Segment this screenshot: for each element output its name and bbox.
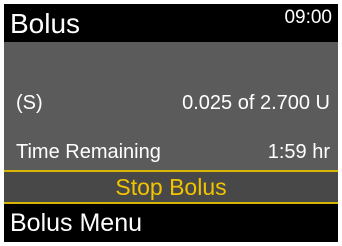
title-bar: Bolus 09:00: [4, 4, 338, 42]
time-remaining-label: Time Remaining: [16, 141, 161, 163]
pump-screen: Bolus 09:00 (S) 0.025 of 2.700 U Time Re…: [4, 4, 338, 242]
clock-time: 09:00: [284, 7, 332, 28]
time-remaining-value: 1:59 hr: [267, 141, 330, 163]
bolus-progress-value: 0.025 of 2.700 U: [182, 92, 330, 114]
screen-title: Bolus: [10, 8, 81, 39]
stop-bolus-button[interactable]: Stop Bolus: [4, 170, 338, 204]
bolus-status-label: (S): [16, 92, 43, 114]
bolus-menu-label: Bolus Menu: [10, 209, 143, 237]
bolus-menu-button[interactable]: Bolus Menu: [4, 204, 338, 242]
